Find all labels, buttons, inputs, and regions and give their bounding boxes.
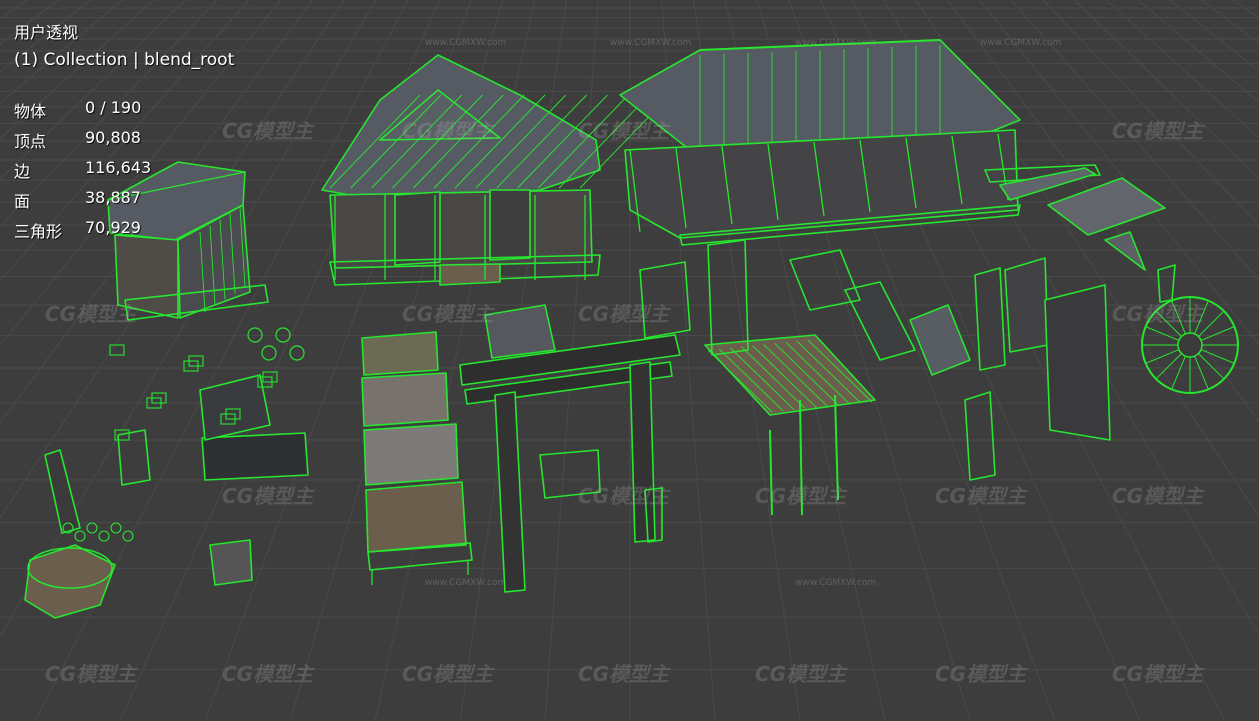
gate-frame [707,239,749,356]
3d-viewport[interactable]: CG模型主 CG模型主 CG模型主 CG模型主 CG模型主 CG模型主 CG模型主 CG模型主… [0,0,1259,721]
bridge-post [769,429,773,516]
tile-wood [365,481,467,553]
screen-panel-b [1004,257,1049,353]
bridge-post [799,399,803,516]
shrine-small [639,261,691,339]
prop-pebble [110,522,122,534]
torii-left-pillar [494,391,526,593]
screen-panel-a [974,267,1006,371]
viewport-scene[interactable] [0,0,1259,721]
gable-triangle [1104,231,1146,271]
fence-panel [844,281,916,361]
tile-stone [363,423,459,486]
prop-pebble [122,530,134,542]
lantern-post [964,391,996,481]
well-box [539,449,601,499]
prop-shelf [117,429,151,486]
torii-right-pillar [629,361,656,543]
small-hut-front-wall [114,234,179,319]
prop-post [44,449,81,534]
prop-sign-board [201,432,309,481]
prop-pebble [98,530,110,542]
fence-section [789,249,861,311]
prop-pebble [86,522,98,534]
prop-rock [209,539,253,586]
shrine-roof [484,304,556,359]
tile-grass [361,331,439,376]
prop-potted-plant [261,345,277,361]
bridge-post [834,394,839,501]
prop-plant-a [199,374,271,441]
prop-potted-plant [289,345,305,361]
middle-house-steps [439,263,501,286]
middle-house-door-right [489,189,531,261]
tile-gravel [361,372,449,427]
water-wheel-hub [1177,332,1203,358]
screen-panel-c [1044,284,1111,441]
prop-pebble [74,530,86,542]
roof-panel-large [1047,177,1166,236]
small-roof-panel [909,304,971,376]
middle-house-door-left [394,191,441,266]
